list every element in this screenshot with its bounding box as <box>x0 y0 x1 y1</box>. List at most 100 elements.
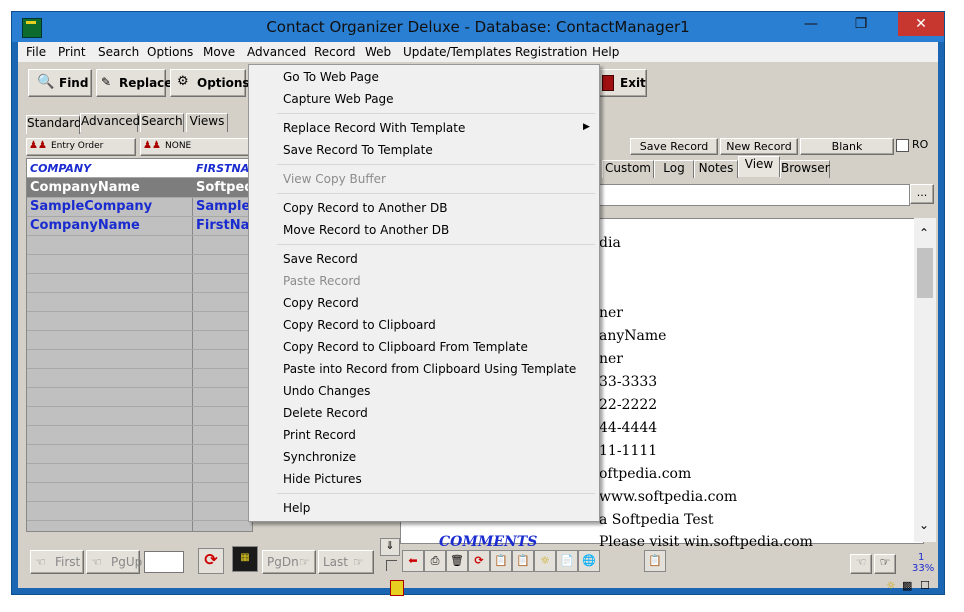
menu-options[interactable]: Options <box>147 45 193 59</box>
menu-item-replace-record-with-template[interactable]: Replace Record With Template <box>283 121 465 135</box>
menu-item-synchronize[interactable]: Synchronize <box>283 450 356 464</box>
table-row[interactable]: CompanyName FirstNam <box>27 216 252 236</box>
menu-record[interactable]: Record <box>314 45 355 59</box>
table-row[interactable]: CompanyName Softpedi <box>27 178 252 198</box>
scroll-thumb[interactable] <box>917 248 933 298</box>
menu-item-copy-record-to-clipboard-from-template[interactable]: Copy Record to Clipboard From Template <box>283 340 528 354</box>
copy-record-icon[interactable]: 📋 <box>490 550 512 572</box>
clipboard-icon[interactable]: 📋 <box>644 550 666 572</box>
table-row[interactable] <box>27 463 252 483</box>
template-icon[interactable]: 📄 <box>556 550 578 572</box>
sort-none-button[interactable]: ♟♟ NONE <box>140 138 250 156</box>
arrow-down-icon[interactable]: ⇓ <box>380 538 400 556</box>
blank-button[interactable]: Blank <box>800 138 894 155</box>
undo-icon[interactable]: ⟳ <box>468 550 490 572</box>
last-button[interactable]: Last ☞ <box>318 550 374 574</box>
column-header-firstname[interactable]: FIRSTNAM <box>196 162 252 175</box>
table-row[interactable]: SampleCompany SampleF <box>27 197 252 217</box>
menu-item-save-record[interactable]: Save Record <box>283 252 358 266</box>
record-number-input[interactable] <box>144 551 184 573</box>
menu-item-delete-record[interactable]: Delete Record <box>283 406 368 420</box>
pgup-button[interactable]: ☜ PgUp <box>86 550 142 574</box>
menu-item-copy-record[interactable]: Copy Record <box>283 296 359 310</box>
paste-record-icon[interactable]: 📋 <box>512 550 534 572</box>
menu-advanced[interactable]: Advanced <box>247 45 306 59</box>
menu-item-view-copy-buffer[interactable]: View Copy Buffer <box>283 172 386 186</box>
calculator-icon[interactable]: ▦ <box>232 546 258 572</box>
table-row[interactable] <box>27 273 252 293</box>
tab-search[interactable]: Search <box>140 113 184 132</box>
scroll-up-icon[interactable]: ⌃ <box>919 226 929 240</box>
print-icon[interactable]: ⎙ <box>424 550 446 572</box>
menu-move[interactable]: Move <box>203 45 235 59</box>
table-row[interactable] <box>27 501 252 521</box>
menu-update-templates[interactable]: Update/Templates <box>403 45 512 59</box>
tab-views[interactable]: Views <box>186 113 228 132</box>
table-row[interactable] <box>27 254 252 274</box>
tab-browser[interactable]: Browser <box>780 160 830 178</box>
menu-item-paste-record[interactable]: Paste Record <box>283 274 361 288</box>
browse-button[interactable]: ... <box>910 184 934 204</box>
table-row[interactable] <box>27 235 252 255</box>
replace-button[interactable]: ✎ Replace <box>96 69 172 97</box>
table-row[interactable] <box>27 349 252 369</box>
lightbulb-icon[interactable]: ☼ <box>534 550 556 572</box>
menu-item-help[interactable]: Help <box>283 501 310 515</box>
splitter-icon[interactable] <box>390 580 404 596</box>
tab-view[interactable]: View <box>738 156 780 177</box>
checkbox-small[interactable] <box>386 560 397 571</box>
new-record-button[interactable]: New Record <box>720 138 798 155</box>
table-row[interactable] <box>27 425 252 445</box>
prev-hand-icon[interactable]: ☜ <box>850 554 872 574</box>
menu-search[interactable]: Search <box>98 45 139 59</box>
menu-registration[interactable]: Registration <box>515 45 587 59</box>
scroll-down-icon[interactable]: ⌄ <box>919 518 929 532</box>
table-row[interactable] <box>27 406 252 426</box>
menu-item-move-record-to-another-db[interactable]: Move Record to Another DB <box>283 223 449 237</box>
menu-item-undo-changes[interactable]: Undo Changes <box>283 384 370 398</box>
menu-item-save-record-to-template[interactable]: Save Record To Template <box>283 143 433 157</box>
table-row[interactable] <box>27 368 252 388</box>
menu-item-paste-into-record-from-clipboard-using-template[interactable]: Paste into Record from Clipboard Using T… <box>283 362 576 376</box>
table-row[interactable] <box>27 292 252 312</box>
back-arrow-icon[interactable]: ⬅ <box>402 550 424 572</box>
table-row[interactable] <box>27 482 252 502</box>
record-scrollbar[interactable]: ⌃ ⌄ <box>914 218 936 542</box>
column-header-company[interactable]: COMPANY <box>30 162 91 175</box>
pgdn-button[interactable]: PgDn ☞ <box>262 550 316 574</box>
exit-button[interactable]: Exit <box>597 69 647 97</box>
trash-icon[interactable]: 🗑 <box>446 550 468 572</box>
table-row[interactable] <box>27 387 252 407</box>
next-hand-icon[interactable]: ☞ <box>874 554 896 574</box>
tab-advanced[interactable]: Advanced <box>80 113 140 132</box>
find-button[interactable]: 🔍 Find <box>28 69 92 97</box>
close-button[interactable]: ✕ <box>898 12 944 36</box>
table-row[interactable] <box>27 444 252 464</box>
menu-item-hide-pictures[interactable]: Hide Pictures <box>283 472 362 486</box>
menu-file[interactable]: File <box>26 45 46 59</box>
table-row[interactable] <box>27 330 252 350</box>
first-button[interactable]: ☜ First <box>30 550 84 574</box>
sort-entry-order-button[interactable]: ♟♟ Entry Order <box>26 138 136 156</box>
menu-item-capture-web-page[interactable]: Capture Web Page <box>283 92 394 106</box>
menu-item-print-record[interactable]: Print Record <box>283 428 356 442</box>
tab-log[interactable]: Log <box>654 160 694 178</box>
menu-print[interactable]: Print <box>58 45 86 59</box>
read-only-checkbox[interactable] <box>896 139 909 152</box>
menu-item-copy-record-to-another-db[interactable]: Copy Record to Another DB <box>283 201 447 215</box>
tab-custom[interactable]: Custom <box>602 160 654 178</box>
contact-grid[interactable]: COMPANY FIRSTNAM CompanyName Softpedi Sa… <box>26 158 253 532</box>
menu-web[interactable]: Web <box>365 45 391 59</box>
refresh-icon[interactable]: ⟳ <box>198 548 224 574</box>
tab-standard[interactable]: Standard <box>26 115 82 134</box>
maximize-button[interactable]: ❐ <box>844 12 878 36</box>
menu-item-go-to-web-page[interactable]: Go To Web Page <box>283 70 379 84</box>
minimize-button[interactable]: — <box>794 12 828 36</box>
menu-help[interactable]: Help <box>592 45 619 59</box>
table-row[interactable] <box>27 311 252 331</box>
tab-notes[interactable]: Notes <box>694 160 738 178</box>
options-button[interactable]: ⚙ Options <box>170 69 250 97</box>
globe-icon[interactable]: 🌐 <box>578 550 600 572</box>
menu-item-copy-record-to-clipboard[interactable]: Copy Record to Clipboard <box>283 318 436 332</box>
save-record-button[interactable]: Save Record <box>630 138 718 155</box>
